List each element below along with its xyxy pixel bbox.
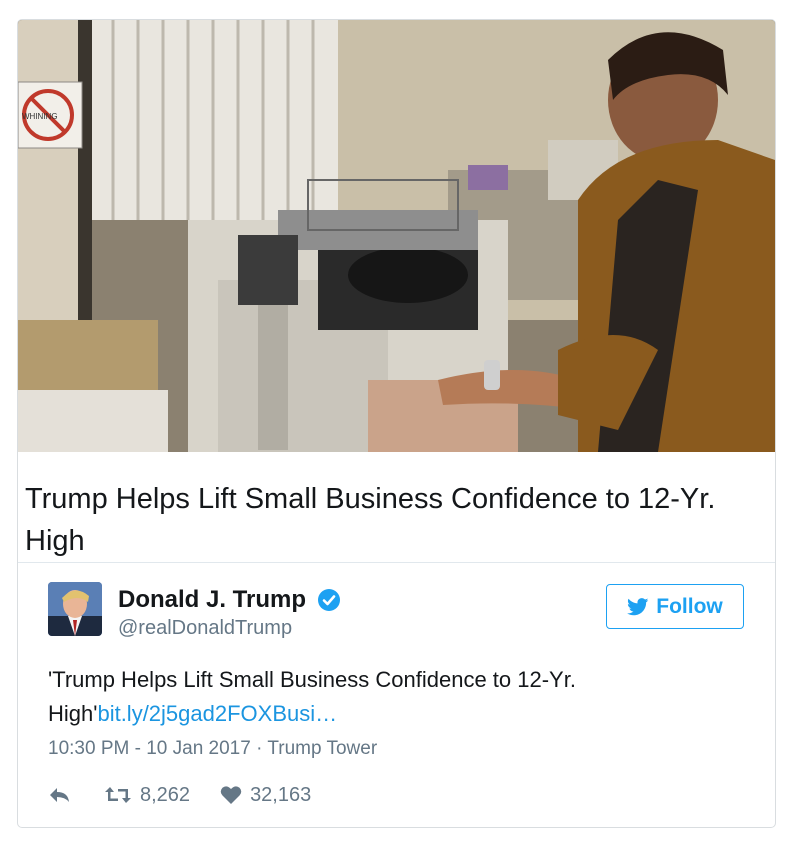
user-handle[interactable]: @realDonaldTrump [118, 617, 292, 640]
reply-icon [50, 788, 69, 802]
heart-icon [220, 786, 242, 804]
reply-button[interactable] [48, 785, 72, 805]
tweet-actions: 8,262 32,163 [48, 780, 311, 810]
follow-button-label: Follow [656, 594, 723, 618]
article-photo[interactable]: WHINING [18, 20, 775, 452]
like-count: 32,163 [250, 783, 312, 806]
avatar[interactable] [48, 582, 102, 636]
like-button[interactable]: 32,163 [220, 784, 311, 807]
article-headline[interactable]: Trump Helps Lift Small Business Confiden… [25, 478, 770, 562]
twitter-bird-icon [627, 597, 649, 615]
card-divider [18, 562, 775, 563]
verified-badge-icon [318, 589, 340, 611]
whining-sign-text: WHINING [22, 112, 58, 121]
meta-separator: · [256, 738, 263, 759]
follow-button[interactable]: Follow [606, 584, 744, 629]
retweet-button[interactable]: 8,262 [104, 784, 190, 807]
tweet-meta: 10:30 PM - 10 Jan 2017 · Trump Tower [48, 738, 377, 760]
tweet-location[interactable]: Trump Tower [267, 738, 377, 759]
tweet-card: WHINING Trump Helps Lift Small Business … [17, 19, 776, 828]
tweet-text: 'Trump Helps Lift Small Business Confide… [48, 663, 738, 731]
tweet-link[interactable]: bit.ly/2j5gad2FOXBusi… [97, 701, 337, 726]
retweet-icon [105, 787, 131, 803]
display-name[interactable]: Donald J. Trump [118, 586, 306, 614]
retweet-count: 8,262 [140, 783, 191, 806]
tweet-timestamp[interactable]: 10:30 PM - 10 Jan 2017 [48, 738, 251, 759]
